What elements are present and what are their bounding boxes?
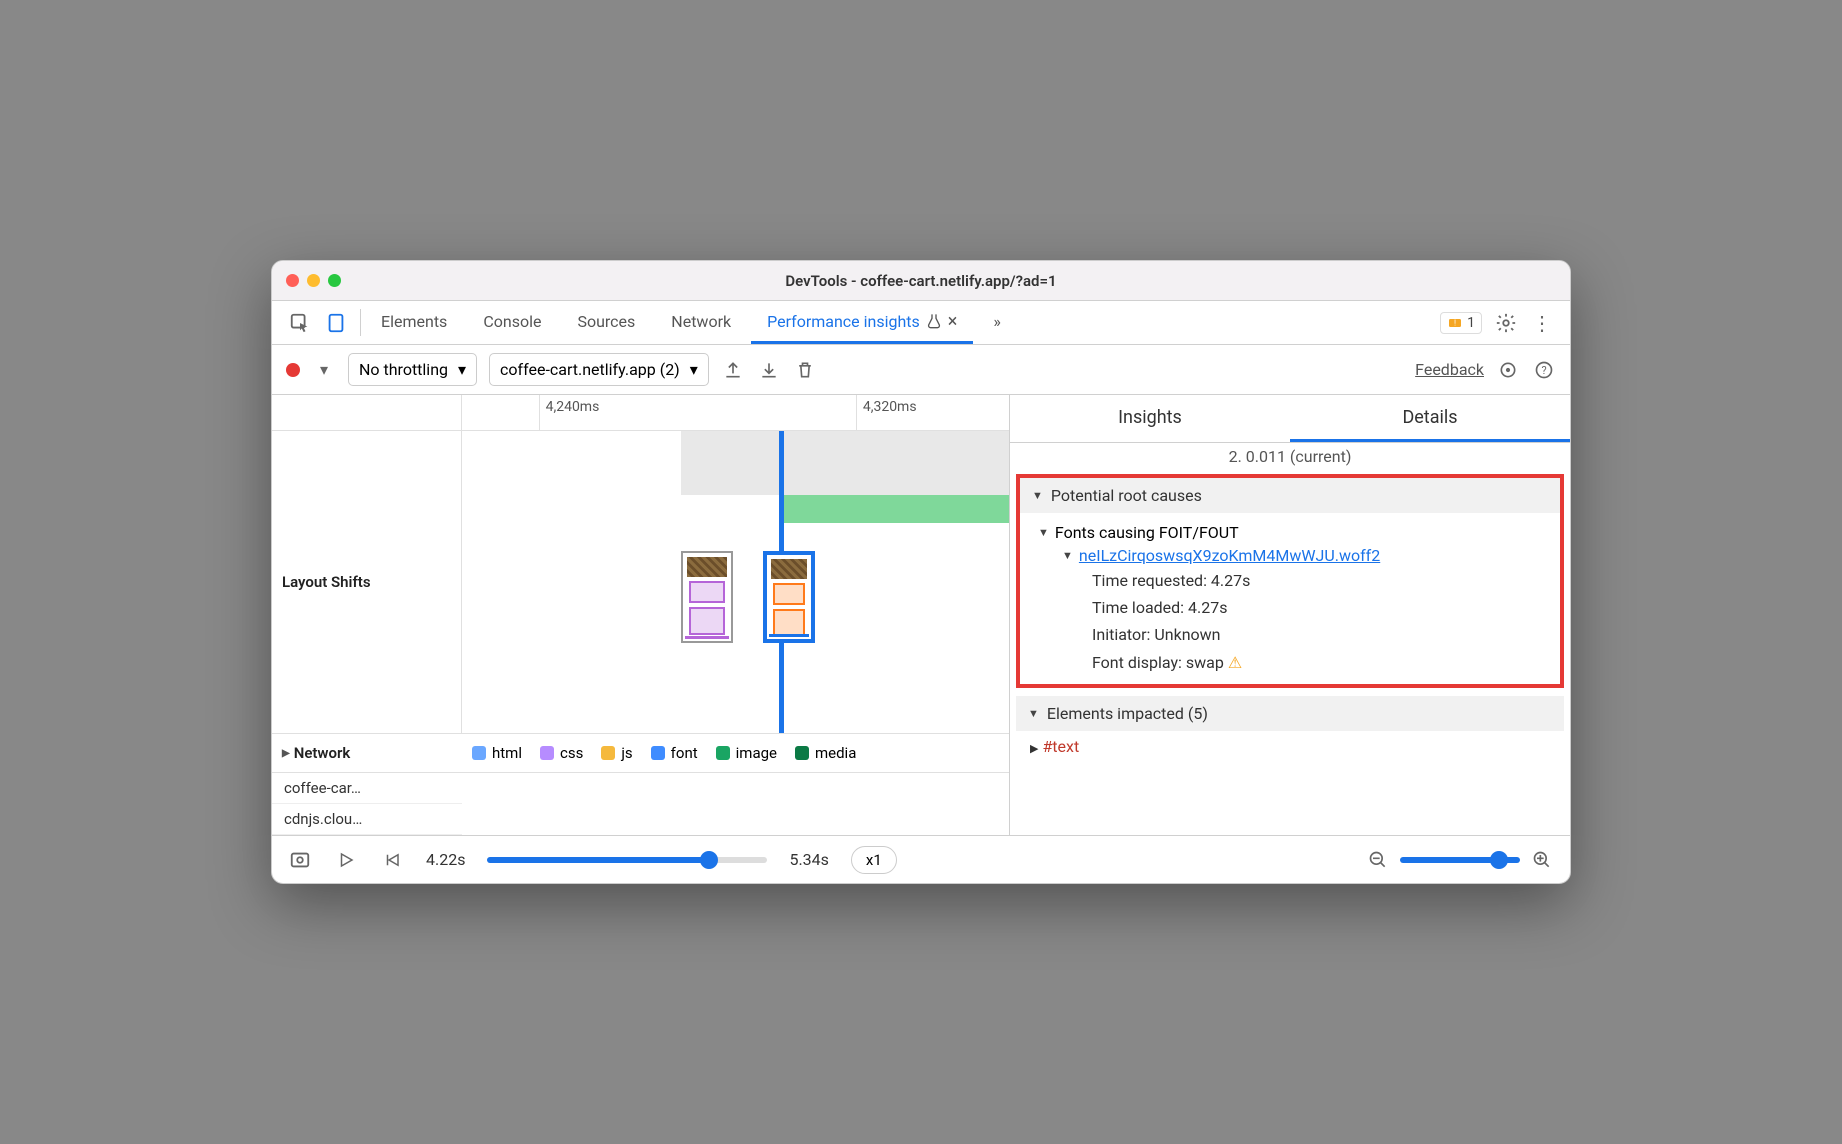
- row-label: Layout Shifts: [272, 431, 462, 733]
- settings-icon[interactable]: [1494, 311, 1518, 335]
- device-toolbar-icon[interactable]: [324, 311, 348, 335]
- more-menu-icon[interactable]: ⋮: [1530, 311, 1554, 335]
- impacted-element[interactable]: ▶ #text: [1010, 731, 1570, 762]
- perf-toolbar: ▾ No throttling ▾ coffee-cart.netlify.ap…: [272, 345, 1570, 395]
- issues-count: 1: [1467, 315, 1475, 331]
- minimize-window[interactable]: [307, 274, 320, 287]
- more-tabs[interactable]: »: [977, 301, 1017, 344]
- devtools-window: DevTools - coffee-cart.netlify.app/?ad=1…: [271, 260, 1571, 884]
- details-sub-tabs: Insights Details: [1010, 395, 1570, 443]
- issues-badge[interactable]: ! 1: [1440, 312, 1482, 334]
- zoom-in-icon[interactable]: [1530, 848, 1554, 872]
- layout-shifts-row: Layout Shifts: [272, 431, 1009, 734]
- tab-label: Performance insights: [767, 312, 920, 331]
- throttling-value: No throttling: [359, 360, 448, 379]
- tab-network[interactable]: Network: [655, 301, 747, 344]
- playback-start: 4.22s: [426, 850, 465, 869]
- sub-tab-details[interactable]: Details: [1290, 395, 1570, 442]
- recording-select[interactable]: coffee-cart.netlify.app (2) ▾: [489, 353, 709, 386]
- warning-icon: !: [1447, 315, 1463, 331]
- font-file-row[interactable]: ▼ neILzCirqoswsqX9zoKmM4MwWJU.woff2: [1032, 544, 1548, 567]
- legend-html: html: [472, 744, 522, 762]
- chevron-down-icon: ▾: [690, 360, 698, 379]
- throttling-select[interactable]: No throttling ▾: [348, 353, 477, 386]
- legend-media: media: [795, 744, 856, 762]
- playback-end: 5.34s: [789, 850, 828, 869]
- record-button[interactable]: [286, 363, 300, 377]
- zoom-slider[interactable]: [1400, 857, 1520, 863]
- help-icon[interactable]: ?: [1532, 358, 1556, 382]
- legend-font: font: [651, 744, 698, 762]
- root-causes-header[interactable]: ▼ Potential root causes: [1020, 478, 1560, 513]
- flask-icon: [926, 313, 942, 329]
- sub-tab-insights[interactable]: Insights: [1010, 395, 1290, 442]
- network-requests: coffee-car… cdnjs.clou…: [272, 773, 1009, 835]
- zoom-out-icon[interactable]: [1366, 848, 1390, 872]
- download-icon[interactable]: [757, 358, 781, 382]
- details-pane: Insights Details 2. 0.011 (current) ▼ Po…: [1010, 395, 1570, 835]
- legend: html css js font image media: [462, 734, 1009, 772]
- play-icon[interactable]: [334, 848, 358, 872]
- context-line: 2. 0.011 (current): [1010, 443, 1570, 470]
- preview-toggle-icon[interactable]: [288, 848, 312, 872]
- main-tabs: Elements Console Sources Network Perform…: [272, 301, 1570, 345]
- content: 4,240ms 4,320ms Layout Shifts: [272, 395, 1570, 835]
- timeline-ruler: 4,240ms 4,320ms: [272, 395, 1009, 431]
- layout-shift-thumb-selected[interactable]: [763, 551, 815, 643]
- feedback-link[interactable]: Feedback: [1415, 360, 1484, 379]
- kv-initiator: Initiator: Unknown: [1032, 621, 1548, 648]
- highlighted-region: ▼ Potential root causes ▼ Fonts causing …: [1016, 474, 1564, 688]
- playback-slider[interactable]: [487, 857, 767, 863]
- zoom-controls: [1366, 848, 1554, 872]
- recording-value: coffee-cart.netlify.app (2): [500, 360, 680, 379]
- panel-settings-icon[interactable]: [1496, 358, 1520, 382]
- titlebar: DevTools - coffee-cart.netlify.app/?ad=1: [272, 261, 1570, 301]
- time-tick: 4,320ms: [856, 395, 923, 430]
- legend-css: css: [540, 744, 583, 762]
- timeline-body[interactable]: [462, 431, 1009, 733]
- delete-icon[interactable]: [793, 358, 817, 382]
- close-window[interactable]: [286, 274, 299, 287]
- fonts-causing-row[interactable]: ▼ Fonts causing FOIT/FOUT: [1032, 521, 1548, 544]
- upload-icon[interactable]: [721, 358, 745, 382]
- playback-speed[interactable]: x1: [851, 846, 897, 874]
- font-file-link[interactable]: neILzCirqoswsqX9zoKmM4MwWJU.woff2: [1079, 546, 1380, 565]
- traffic-lights: [286, 274, 341, 287]
- record-dropdown-icon[interactable]: ▾: [312, 358, 336, 382]
- legend-js: js: [601, 744, 632, 762]
- network-item[interactable]: coffee-car…: [272, 773, 462, 804]
- tab-console[interactable]: Console: [467, 301, 557, 344]
- kv-font-display: Font display: swap ⚠: [1032, 649, 1548, 676]
- playback-footer: 4.22s 5.34s x1: [272, 835, 1570, 883]
- network-legend-row: ▶Network html css js font image media: [272, 734, 1009, 773]
- rewind-icon[interactable]: [380, 848, 404, 872]
- time-tick: 4,240ms: [539, 395, 606, 430]
- kv-time-loaded: Time loaded: 4.27s: [1032, 594, 1548, 621]
- tab-sources[interactable]: Sources: [561, 301, 651, 344]
- warning-icon: ⚠: [1228, 653, 1242, 672]
- inspect-element-icon[interactable]: [288, 311, 312, 335]
- close-tab-icon[interactable]: ×: [948, 311, 958, 332]
- layout-shift-thumb[interactable]: [681, 551, 733, 643]
- network-label[interactable]: ▶Network: [272, 734, 462, 772]
- svg-text:?: ?: [1541, 364, 1546, 377]
- tab-performance-insights[interactable]: Performance insights ×: [751, 301, 973, 344]
- svg-text:!: !: [1454, 318, 1456, 327]
- legend-image: image: [716, 744, 777, 762]
- network-item[interactable]: cdnjs.clou…: [272, 804, 462, 835]
- elements-impacted-header[interactable]: ▼ Elements impacted (5): [1016, 696, 1564, 731]
- tab-elements[interactable]: Elements: [365, 301, 463, 344]
- timeline-pane: 4,240ms 4,320ms Layout Shifts: [272, 395, 1010, 835]
- chevron-down-icon: ▾: [458, 360, 466, 379]
- maximize-window[interactable]: [328, 274, 341, 287]
- kv-time-requested: Time requested: 4.27s: [1032, 567, 1548, 594]
- window-title: DevTools - coffee-cart.netlify.app/?ad=1: [272, 272, 1570, 290]
